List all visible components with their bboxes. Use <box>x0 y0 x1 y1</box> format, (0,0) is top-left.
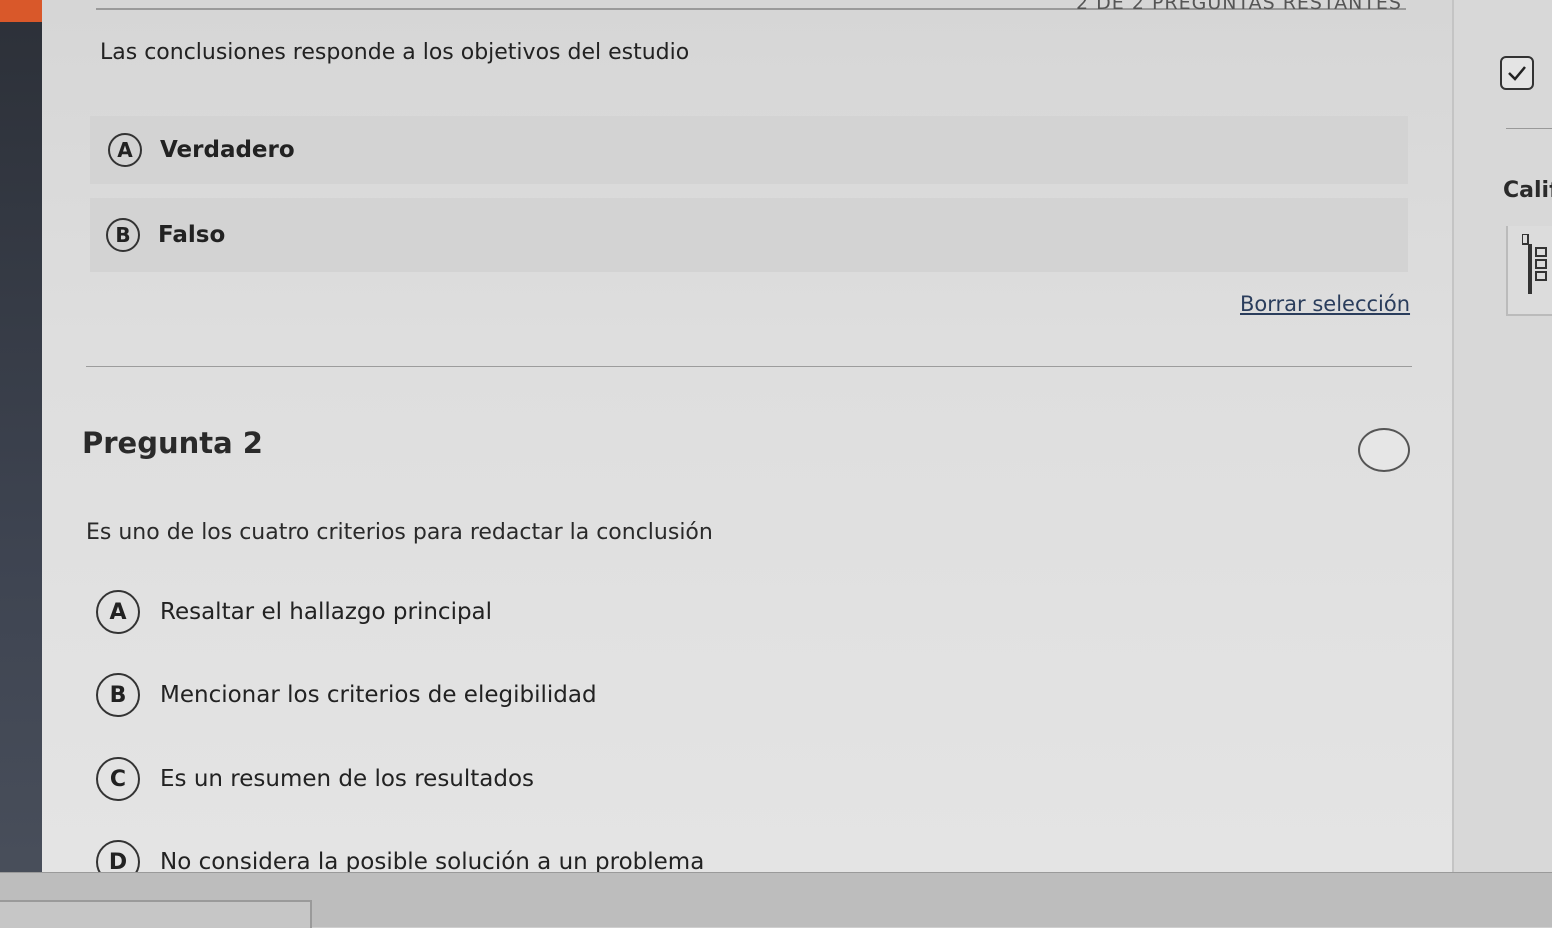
option-label: Es un resumen de los resultados <box>160 766 535 792</box>
option-label: Mencionar los criterios de elegibilidad <box>160 682 597 708</box>
option-label: Resaltar el hallazgo principal <box>160 599 493 625</box>
question-divider <box>86 366 1412 367</box>
option-letter-badge: A <box>108 133 142 167</box>
checkmark-glyph <box>1508 66 1526 81</box>
right-panel-divider <box>1506 128 1552 129</box>
question-2-option-a[interactable]: A Resaltar el hallazgo principal <box>96 590 492 634</box>
grid-icon[interactable] <box>1522 234 1552 294</box>
question-1-option-b[interactable]: B Falso <box>90 198 1408 272</box>
checkmark-icon[interactable] <box>1500 56 1534 90</box>
question-2-text: Es uno de los cuatro criterios para reda… <box>86 520 713 545</box>
question-2-title: Pregunta 2 <box>82 426 263 460</box>
option-label: Falso <box>158 222 226 248</box>
option-letter-badge: C <box>96 757 140 801</box>
question-2-option-c[interactable]: C Es un resumen de los resultados <box>96 757 534 801</box>
grade-label: Calif <box>1503 178 1552 203</box>
option-letter-badge: B <box>106 218 140 252</box>
flag-question-toggle[interactable] <box>1358 428 1410 472</box>
bottom-tab[interactable] <box>0 900 312 928</box>
left-sidebar-strip <box>0 0 42 926</box>
option-letter-badge: B <box>96 673 140 717</box>
right-panel <box>1452 0 1552 872</box>
option-letter-badge: A <box>96 590 140 634</box>
clear-selection-link[interactable]: Borrar selección <box>1240 292 1410 316</box>
remaining-questions-label: 2 DE 2 PREGUNTAS RESTANTES <box>1076 0 1402 14</box>
question-1-option-a[interactable]: A Verdadero <box>90 116 1408 184</box>
question-2-option-b[interactable]: B Mencionar los criterios de elegibilida… <box>96 673 597 717</box>
question-1-text: Las conclusiones responde a los objetivo… <box>100 40 690 65</box>
option-label: Verdadero <box>160 137 295 163</box>
